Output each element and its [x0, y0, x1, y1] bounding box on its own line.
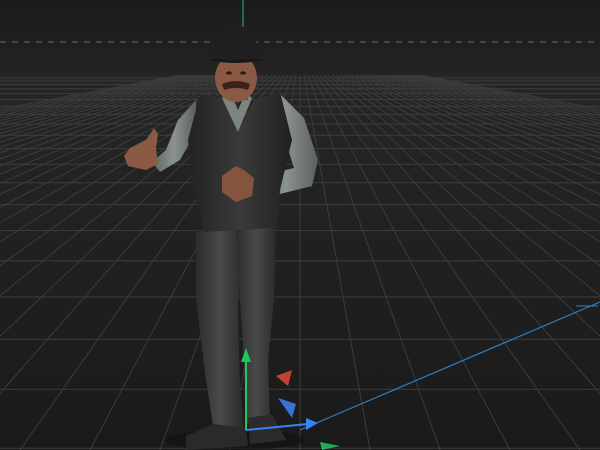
- viewport-sky: [0, 0, 600, 80]
- character-left-eye: [226, 71, 232, 75]
- viewport-canvas[interactable]: [0, 0, 600, 450]
- 3d-viewport[interactable]: [0, 0, 600, 450]
- character-right-eye: [240, 71, 246, 75]
